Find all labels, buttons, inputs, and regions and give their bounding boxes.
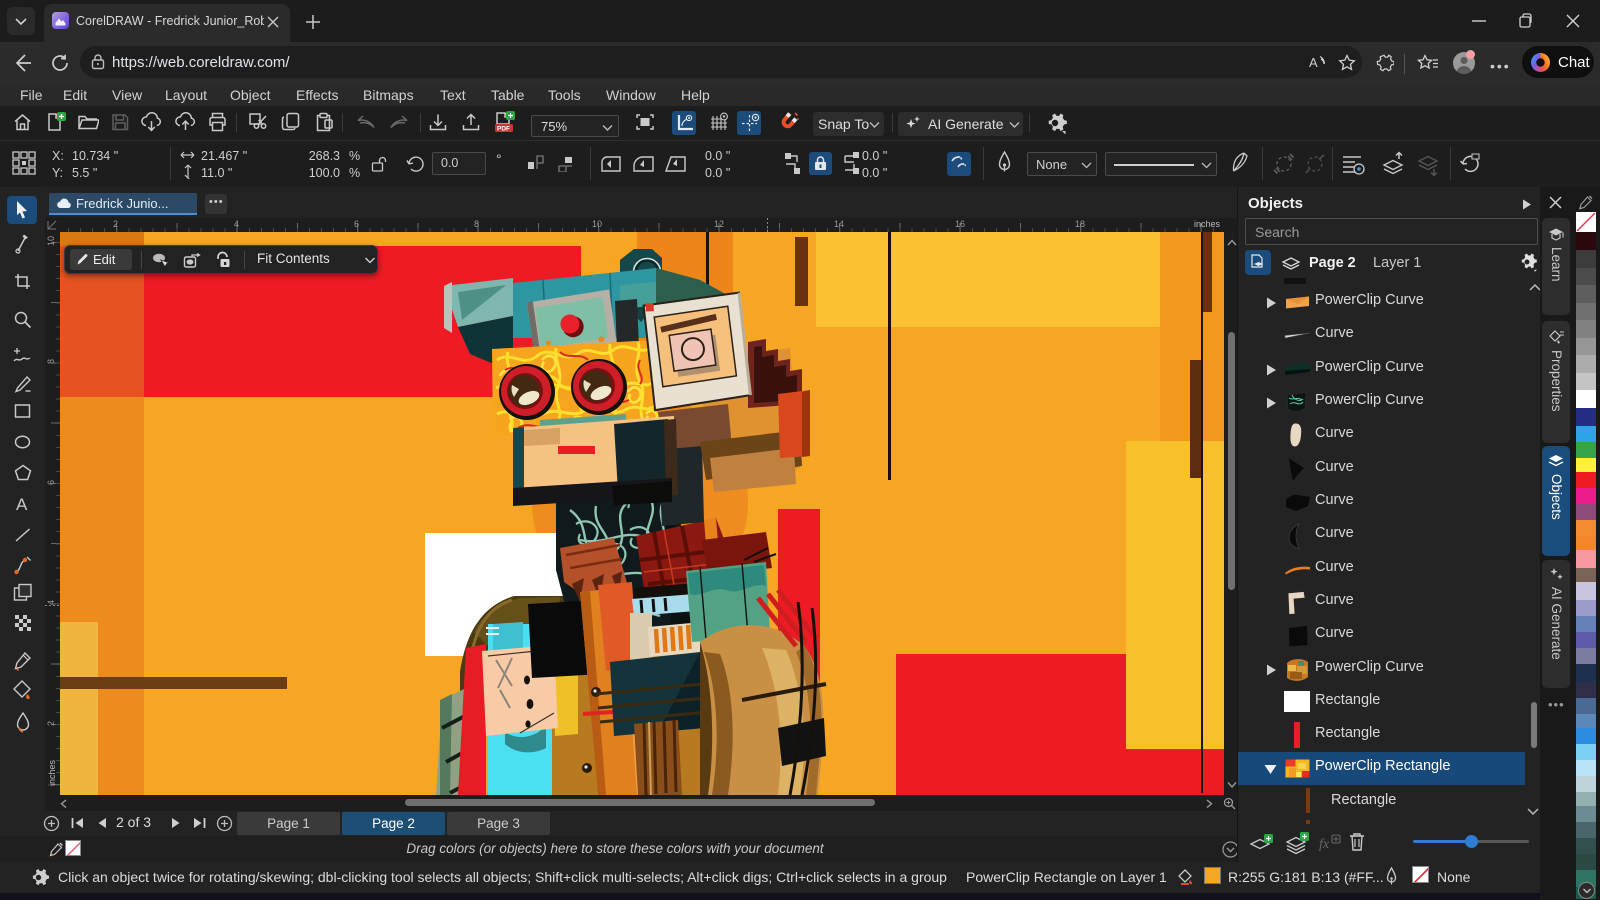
svg-text:PDF: PDF xyxy=(497,126,510,133)
svg-text:A: A xyxy=(16,495,28,514)
svg-text:fx: fx xyxy=(1319,837,1330,852)
svg-text:A: A xyxy=(1309,55,1318,70)
